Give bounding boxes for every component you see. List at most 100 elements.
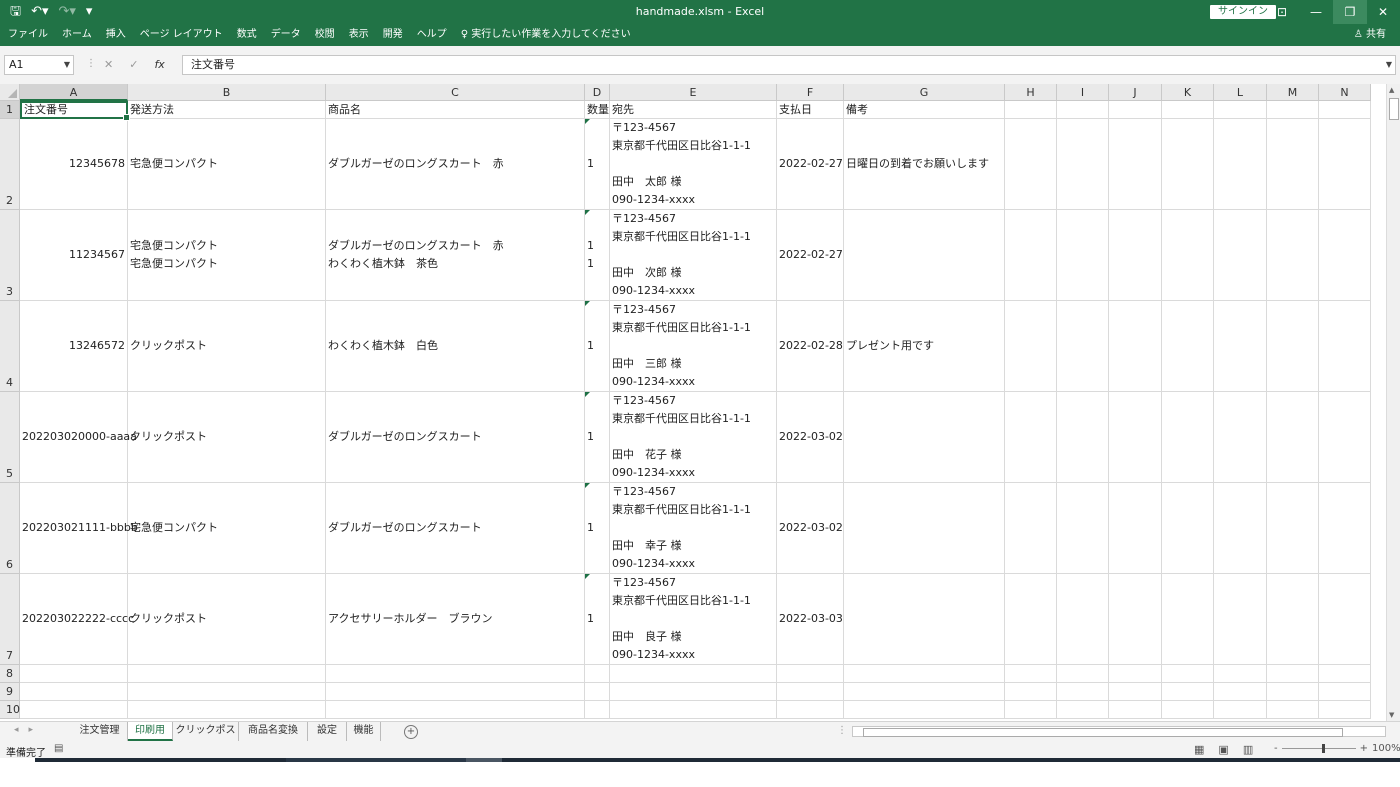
cell-f1[interactable]: 支払日 <box>777 101 844 119</box>
column-header-m[interactable]: M <box>1267 84 1319 101</box>
tell-me-search[interactable]: ♀ 実行したい作業を入力してください <box>461 28 631 42</box>
ribbon-tab[interactable]: 開発 <box>383 28 403 42</box>
column-header-g[interactable]: G <box>844 84 1005 101</box>
cell-g8[interactable] <box>844 665 1005 683</box>
cell-d9[interactable] <box>585 683 610 701</box>
ribbon-tab[interactable]: 校閲 <box>315 28 335 42</box>
cell-j3[interactable] <box>1109 210 1162 301</box>
cell-n2[interactable] <box>1319 119 1371 210</box>
cell-b10[interactable] <box>128 701 326 719</box>
sheet-tab[interactable]: 印刷用 <box>128 722 173 741</box>
cell-i7[interactable] <box>1057 574 1109 665</box>
error-indicator-icon[interactable] <box>585 301 590 306</box>
page-break-view-icon[interactable]: ▥ <box>1243 743 1253 756</box>
cell-g3[interactable] <box>844 210 1005 301</box>
cell-e2[interactable]: 〒123-4567 東京都千代田区日比谷1-1-1 田中 太郎 様 090-1234-… <box>610 119 777 210</box>
row-header[interactable]: 1 <box>0 101 20 119</box>
cell-b8[interactable] <box>128 665 326 683</box>
row-header[interactable]: 2 <box>0 119 20 210</box>
cell-b4[interactable]: クリックポスト <box>128 301 326 392</box>
cell-m10[interactable] <box>1267 701 1319 719</box>
zoom-in-icon[interactable]: + <box>1360 743 1368 754</box>
column-header-j[interactable]: J <box>1109 84 1162 101</box>
cell-c4[interactable]: わくわく植木鉢 白色 <box>326 301 585 392</box>
cell-b1[interactable]: 発送方法 <box>128 101 326 119</box>
cell-m3[interactable] <box>1267 210 1319 301</box>
cell-i8[interactable] <box>1057 665 1109 683</box>
row-header[interactable]: 9 <box>0 683 20 701</box>
column-header-a[interactable]: A <box>20 84 128 101</box>
cell-d2[interactable]: 1 <box>585 119 610 210</box>
cell-g6[interactable] <box>844 483 1005 574</box>
cell-f10[interactable] <box>777 701 844 719</box>
sheet-tab[interactable]: 設定 <box>308 722 347 741</box>
cell-c1[interactable]: 商品名 <box>326 101 585 119</box>
cell-c10[interactable] <box>326 701 585 719</box>
cell-m8[interactable] <box>1267 665 1319 683</box>
vertical-scrollbar[interactable]: ▲ ▼ <box>1386 84 1400 721</box>
ribbon-tab[interactable]: 表示 <box>349 28 369 42</box>
row-header[interactable]: 4 <box>0 301 20 392</box>
zoom-out-icon[interactable]: - <box>1274 743 1278 754</box>
cell-j6[interactable] <box>1109 483 1162 574</box>
cell-k2[interactable] <box>1162 119 1214 210</box>
cell-f3[interactable]: 2022-02-27 <box>777 210 844 301</box>
cell-e10[interactable] <box>610 701 777 719</box>
error-indicator-icon[interactable] <box>585 119 590 124</box>
scroll-up-icon[interactable]: ▲ <box>1389 86 1394 94</box>
cell-e8[interactable] <box>610 665 777 683</box>
column-header-l[interactable]: L <box>1214 84 1267 101</box>
cell-g5[interactable] <box>844 392 1005 483</box>
cell-d8[interactable] <box>585 665 610 683</box>
column-header-h[interactable]: H <box>1005 84 1057 101</box>
cell-e7[interactable]: 〒123-4567 東京都千代田区日比谷1-1-1 田中 良子 様 090-1234-… <box>610 574 777 665</box>
column-header-e[interactable]: E <box>610 84 777 101</box>
cell-k8[interactable] <box>1162 665 1214 683</box>
cell-m5[interactable] <box>1267 392 1319 483</box>
error-indicator-icon[interactable] <box>585 483 590 488</box>
cell-a5[interactable]: 202203020000-aaaa <box>20 392 137 483</box>
row-header[interactable]: 7 <box>0 574 20 665</box>
cell-b9[interactable] <box>128 683 326 701</box>
cell-j4[interactable] <box>1109 301 1162 392</box>
cell-b5[interactable]: クリックポスト <box>128 392 326 483</box>
column-header-f[interactable]: F <box>777 84 844 101</box>
cell-e1[interactable]: 宛先 <box>610 101 777 119</box>
cell-j8[interactable] <box>1109 665 1162 683</box>
cell-h9[interactable] <box>1005 683 1057 701</box>
cell-h1[interactable] <box>1005 101 1057 119</box>
cell-j9[interactable] <box>1109 683 1162 701</box>
cell-m2[interactable] <box>1267 119 1319 210</box>
cell-d4[interactable]: 1 <box>585 301 610 392</box>
cell-h3[interactable] <box>1005 210 1057 301</box>
cell-a10[interactable] <box>20 701 128 719</box>
cell-l8[interactable] <box>1214 665 1267 683</box>
horizontal-scrollbar[interactable] <box>852 726 1386 737</box>
cell-g7[interactable] <box>844 574 1005 665</box>
zoom-level[interactable]: 100% <box>1372 743 1400 754</box>
cell-b3[interactable]: 宅急便コンパクト 宅急便コンパクト <box>128 210 326 301</box>
cell-l9[interactable] <box>1214 683 1267 701</box>
cell-n1[interactable] <box>1319 101 1371 119</box>
cell-a1[interactable]: 注文番号 <box>20 101 130 121</box>
cell-n8[interactable] <box>1319 665 1371 683</box>
cell-i10[interactable] <box>1057 701 1109 719</box>
ribbon-tab[interactable]: ヘルプ <box>417 28 447 42</box>
cell-d10[interactable] <box>585 701 610 719</box>
cell-d5[interactable]: 1 <box>585 392 610 483</box>
ribbon-tab[interactable]: 挿入 <box>106 28 126 42</box>
cell-h4[interactable] <box>1005 301 1057 392</box>
cell-h10[interactable] <box>1005 701 1057 719</box>
sheet-tab[interactable]: 機能 <box>347 722 381 741</box>
splitter-icon[interactable]: ⋮ <box>837 725 847 736</box>
cell-i3[interactable] <box>1057 210 1109 301</box>
cell-f5[interactable]: 2022-03-02 <box>777 392 844 483</box>
cell-f8[interactable] <box>777 665 844 683</box>
cell-f6[interactable]: 2022-03-02 <box>777 483 844 574</box>
column-header-n[interactable]: N <box>1319 84 1371 101</box>
select-all-button[interactable] <box>0 84 20 101</box>
enter-icon[interactable]: ✓ <box>129 58 138 71</box>
cell-h5[interactable] <box>1005 392 1057 483</box>
cell-h7[interactable] <box>1005 574 1057 665</box>
cell-n9[interactable] <box>1319 683 1371 701</box>
